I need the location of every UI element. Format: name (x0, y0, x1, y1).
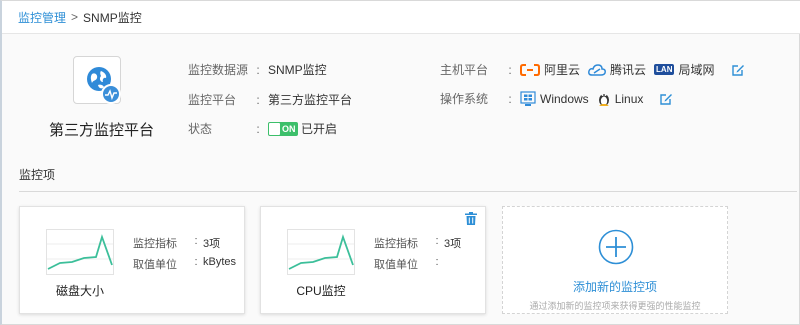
colon: : (256, 92, 260, 107)
section-title: 监控项 (19, 168, 56, 182)
colon: : (256, 62, 260, 77)
metric-value: 3项 (444, 238, 462, 250)
datasource-value: SNMP监控 (268, 63, 327, 77)
breadcrumb-current: SNMP监控 (83, 10, 142, 25)
metric-label: 监控指标 (133, 238, 177, 250)
datasource-label: 监控数据源 (188, 63, 249, 77)
sparkline-chart-icon (46, 229, 114, 275)
add-monitor-item-description: 通过添加新的监控项来获得更强的性能监控 (529, 301, 701, 311)
platform-label: 监控平台 (188, 93, 237, 107)
sparkline-chart-icon (287, 229, 355, 275)
unit-label: 取值单位 (374, 259, 418, 271)
source-logo (73, 56, 121, 104)
colon: : (194, 235, 198, 247)
add-monitor-item-card[interactable]: 添加新的监控项 通过添加新的监控项来获得更强的性能监控 (502, 206, 728, 314)
datasource-row: 监控数据源 : SNMP监控 (188, 61, 327, 78)
monitor-card-disk[interactable]: 磁盘大小 监控指标 : 3项 取值单位 : kBytes (19, 206, 245, 314)
windows-icon (520, 90, 536, 107)
metric-label: 监控指标 (374, 238, 418, 250)
os-row: 操作系统 : Windows Linux (440, 90, 673, 107)
linux-icon (597, 91, 611, 107)
breadcrumb-separator: > (71, 10, 79, 24)
status-label: 状态 (188, 122, 213, 136)
monitor-card-cpu[interactable]: CPU监控 监控指标 : 3项 取值单位 : (260, 206, 486, 314)
os-label: 操作系统 (440, 92, 489, 106)
unit-label: 取值单位 (133, 259, 177, 271)
add-monitor-item-label: 添加新的监控项 (572, 280, 657, 294)
source-title: 第三方监控平台 (49, 122, 155, 139)
host-aliyun: 阿里云 (520, 61, 580, 78)
os-windows-label: Windows (540, 91, 589, 106)
status-row: 状态 : ON 已开启 (188, 120, 337, 137)
platform-value: 第三方监控平台 (268, 93, 353, 107)
metric-value: 3项 (203, 238, 221, 250)
edit-host-icon[interactable] (731, 63, 745, 77)
monitor-badge-icon (101, 84, 121, 104)
os-linux: Linux (597, 91, 644, 107)
status-toggle[interactable]: ON (268, 121, 298, 136)
breadcrumb-parent-link[interactable]: 监控管理 (18, 9, 66, 26)
unit-value: kBytes (203, 256, 237, 268)
trash-icon[interactable] (465, 212, 477, 228)
os-linux-label: Linux (614, 91, 644, 106)
host-platform-label: 主机平台 (440, 63, 489, 77)
card-unit-row: 取值单位 : (374, 256, 444, 272)
platform-row: 监控平台 : 第三方监控平台 (188, 91, 352, 108)
card-unit-row: 取值单位 : kBytes (133, 256, 236, 272)
colon: : (435, 256, 439, 268)
colon: : (435, 235, 439, 247)
aliyun-icon (520, 63, 540, 76)
plus-circle-icon (598, 229, 634, 265)
edit-os-icon[interactable] (659, 92, 673, 106)
host-lan: LAN 局域网 (654, 61, 715, 78)
colon: : (256, 121, 260, 136)
os-windows: Windows (520, 90, 589, 107)
tencent-cloud-icon (588, 63, 606, 76)
colon: : (194, 256, 198, 268)
breadcrumb: 监控管理 > SNMP监控 (2, 1, 800, 34)
host-lan-label: 局域网 (678, 63, 715, 77)
host-platform-row: 主机平台 : 阿里云 腾讯云 LAN 局域网 (440, 61, 745, 78)
toggle-label: ON (282, 123, 296, 134)
section-divider (19, 191, 797, 192)
host-tencent-label: 腾讯云 (610, 63, 647, 77)
host-tencent: 腾讯云 (588, 61, 646, 78)
host-aliyun-label: 阿里云 (544, 63, 581, 77)
page-frame: 监控管理 > SNMP监控 第三方监控平台 监控数据源 : SNMP监控 监控平… (0, 0, 800, 325)
toggle-knob (269, 122, 280, 135)
lan-icon: LAN (654, 64, 675, 75)
colon: : (508, 91, 512, 106)
card-name: CPU监控 (296, 284, 346, 298)
colon: : (508, 62, 512, 77)
card-metric-row: 监控指标 : 3项 (133, 235, 220, 251)
card-name: 磁盘大小 (55, 284, 104, 298)
card-metric-row: 监控指标 : 3项 (374, 235, 461, 251)
status-value: 已开启 (301, 122, 338, 136)
